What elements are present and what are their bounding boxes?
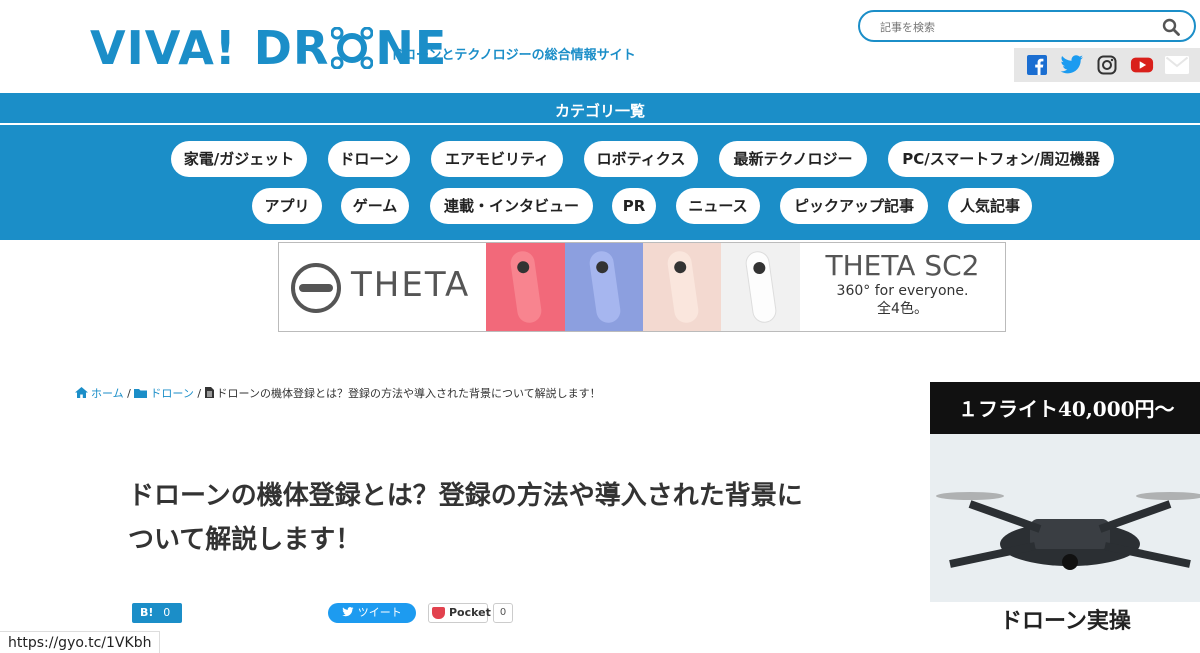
category-header: カテゴリ一覧 (0, 93, 1200, 125)
logo-text-1: VIVA! DR (90, 21, 330, 75)
social-links (1014, 48, 1200, 82)
search-icon[interactable] (1162, 18, 1180, 36)
home-icon (75, 387, 88, 398)
instagram-icon[interactable] (1095, 53, 1119, 77)
mail-icon[interactable] (1164, 53, 1189, 77)
product-tagline: 360° for everyone. (836, 283, 969, 299)
breadcrumb-home-label: ホーム (91, 387, 124, 400)
page: VIVA! DR NE ドローンとテクノロジーの総合情報サイト 記事を検索 カテ… (0, 0, 1200, 653)
camera-image (588, 249, 622, 325)
breadcrumb-separator: / (197, 387, 205, 400)
pocket-button[interactable]: Pocket (428, 603, 491, 623)
camera-image (666, 249, 700, 325)
theta-banner-ad[interactable]: THETA THETA SC2 360° for everyone. 全4色。 (278, 242, 1006, 332)
camera-panel-beige (643, 243, 722, 331)
hatena-count: 0 (163, 606, 171, 619)
category-pill[interactable]: エアモビリティ (431, 141, 563, 177)
youtube-icon[interactable] (1130, 53, 1154, 77)
category-pill[interactable]: ピックアップ記事 (780, 188, 928, 224)
camera-image (509, 249, 543, 325)
pocket-count: 0 (493, 603, 513, 623)
facebook-icon[interactable] (1025, 53, 1049, 77)
tweet-button[interactable]: ツイート (328, 603, 416, 623)
product-colors: 全4色。 (877, 301, 928, 317)
category-pill[interactable]: 人気記事 (948, 188, 1032, 224)
category-pill[interactable]: 家電/ガジェット (171, 141, 307, 177)
tweet-label: ツイート (357, 606, 402, 619)
drone-logo-icon (331, 27, 374, 69)
side-ad[interactable]: １フライト40,000円〜 ドローン実操 (930, 382, 1200, 632)
category-pill[interactable]: ニュース (676, 188, 760, 224)
article-title: ドローンの機体登録とは？登録の方法や導入された背景について解説します！ (128, 481, 803, 555)
breadcrumb-home[interactable]: ホーム (75, 387, 127, 400)
theta-brand-panel: THETA (279, 243, 486, 331)
file-icon (204, 387, 214, 398)
category-pill[interactable]: ゲーム (341, 188, 409, 224)
site-tagline: ドローンとテクノロジーの総合情報サイト (390, 48, 636, 63)
theta-logo-icon (291, 263, 341, 313)
twitter-icon (342, 607, 354, 617)
category-bar: カテゴリ一覧 家電/ガジェット ドローン エアモビリティ ロボティクス 最新テク… (0, 93, 1200, 240)
hatena-bookmark-button[interactable]: B! 0 (132, 603, 182, 623)
category-pill[interactable]: ロボティクス (584, 141, 698, 177)
breadcrumb: ホーム / ドローン / ドローンの機体登録とは？登録の方法や導入された背景につ… (75, 385, 601, 401)
category-pill[interactable]: PR (612, 188, 656, 224)
category-pill[interactable]: PC/スマートフォン/周辺機器 (888, 141, 1114, 177)
breadcrumb-current: ドローンの機体登録とは？登録の方法や導入された背景について解説します！ (216, 387, 601, 400)
product-name: THETA SC2 (825, 249, 980, 282)
category-pill[interactable]: アプリ (252, 188, 322, 224)
twitter-icon[interactable] (1060, 53, 1084, 77)
status-bar-url: https://gyo.tc/1VKbh (0, 631, 161, 653)
camera-panel-pink (486, 243, 565, 331)
search-box (858, 10, 1196, 42)
category-pill[interactable]: 最新テクノロジー (719, 141, 867, 177)
folder-icon (134, 389, 148, 398)
pocket-label: Pocket (449, 606, 491, 619)
camera-panel-blue (565, 243, 644, 331)
hatena-label: B! (140, 606, 154, 619)
camera-image (744, 249, 778, 325)
breadcrumb-category-label: ドローン (150, 387, 194, 400)
theta-brand-text: THETA (351, 265, 471, 305)
theta-product-panel: THETA SC2 360° for everyone. 全4色。 (799, 243, 1005, 331)
category-title: カテゴリ一覧 (554, 102, 645, 120)
category-pill[interactable]: ドローン (328, 141, 410, 177)
search-input[interactable] (880, 18, 1150, 36)
ad-headline: １フライト40,000円〜 (930, 382, 1200, 434)
category-pill[interactable]: 連載・インタビュー (430, 188, 593, 224)
breadcrumb-category[interactable]: ドローン (134, 387, 197, 400)
pocket-icon (432, 607, 445, 619)
ad-bottom-text: ドローン実操 (930, 602, 1200, 632)
drone-image (930, 434, 1200, 604)
camera-panel-white (721, 243, 800, 331)
